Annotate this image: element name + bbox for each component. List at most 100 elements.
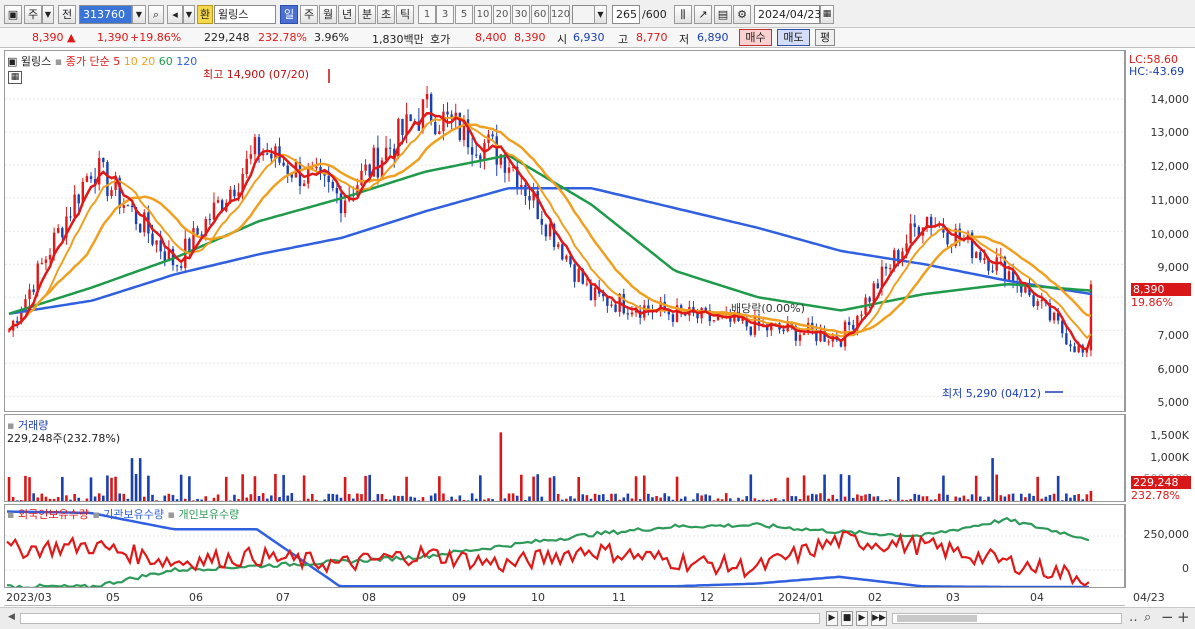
volume-bar	[524, 500, 527, 501]
candle-body	[61, 228, 64, 238]
next-icon[interactable]: ▶	[826, 611, 838, 626]
fast-forward-icon[interactable]: ▶▶	[871, 611, 887, 626]
price-chart-panel[interactable]	[4, 50, 1125, 412]
x-tick: 11	[612, 591, 626, 604]
interval-3-button[interactable]: 3	[436, 5, 454, 24]
interval-120-button[interactable]: 120	[550, 5, 570, 24]
play-icon[interactable]: ▶	[856, 611, 868, 626]
stop-icon[interactable]: ■	[841, 611, 853, 626]
volume-bar	[786, 477, 789, 501]
last-change-tag: 19.86%	[1131, 296, 1173, 309]
interval-5-button[interactable]: 5	[455, 5, 473, 24]
candle-body	[106, 162, 109, 197]
y-tick: 1,000K	[1150, 451, 1189, 464]
gear-icon[interactable]: ⚙	[733, 5, 751, 24]
price-legend: ▣ 윌링스 ▪ 종가 단순 5 10 20 60 120	[7, 55, 198, 68]
interval-30-button[interactable]: 30	[512, 5, 530, 24]
stock-code-input[interactable]: 313760	[79, 5, 132, 24]
interval-10-button[interactable]: 10	[474, 5, 492, 24]
candle-body	[491, 134, 494, 137]
chart-scrollbar[interactable]: ◀ ▶ ■ ▶ ▶▶ ‥ ⌕ − +	[0, 607, 1195, 629]
search-icon[interactable]: ⌕	[1144, 610, 1151, 625]
calendar-icon[interactable]: ▦	[820, 5, 834, 24]
period-minute-button[interactable]: 분	[358, 5, 376, 24]
last-price-tag: 8,390	[1131, 283, 1191, 296]
candle-body	[208, 219, 212, 221]
scroll-left-icon[interactable]: ◀	[8, 612, 18, 625]
search-icon[interactable]: ⌕	[148, 5, 164, 24]
candle-body	[475, 154, 478, 156]
volume-bar	[761, 499, 765, 501]
chevron-down-icon[interactable]: ▼	[42, 5, 54, 24]
zoom-out-icon[interactable]: ‥	[1129, 610, 1138, 625]
volume-bar	[380, 494, 384, 501]
volume-bar	[20, 500, 23, 501]
date-input[interactable]: 2024/04/23	[754, 5, 821, 24]
interval-dropdown-icon[interactable]: ▼	[594, 5, 607, 24]
speaker-icon[interactable]: ◂	[167, 5, 183, 24]
zoom-thumb[interactable]	[897, 615, 977, 622]
candle-body	[442, 111, 445, 132]
candle-body	[122, 205, 125, 208]
zoom-track[interactable]	[892, 613, 1122, 624]
prev-button[interactable]: 전	[58, 5, 76, 24]
volume-bar	[901, 499, 904, 501]
period-second-button[interactable]: 초	[377, 5, 395, 24]
candle-body	[179, 266, 183, 268]
volume-bar	[290, 493, 294, 501]
interval-20-button[interactable]: 20	[493, 5, 511, 24]
buy-button[interactable]: 매수	[739, 29, 772, 46]
volume-bar	[118, 493, 121, 501]
zoom-minus-icon[interactable]: −	[1161, 608, 1174, 626]
volume-bar	[77, 497, 81, 501]
panel-menu-icon[interactable]: ▣	[7, 55, 17, 68]
volume-value: 229,248	[204, 31, 250, 44]
volume-bar	[347, 494, 351, 501]
volume-bar	[921, 496, 925, 501]
candle-body	[40, 262, 44, 264]
candle-style-icon[interactable]: ⫼	[674, 5, 692, 24]
sell-button[interactable]: 매도	[777, 29, 810, 46]
period-year-button[interactable]: 년	[338, 5, 356, 24]
type-button[interactable]: 주	[24, 5, 42, 24]
grid-toggle-icon[interactable]: ▦	[8, 71, 22, 84]
volume-bar	[134, 474, 138, 501]
currency-badge[interactable]: 환	[197, 5, 213, 24]
price-chart-svg	[5, 69, 1124, 397]
volume-bar	[163, 495, 167, 501]
save-icon[interactable]: ▤	[714, 5, 732, 24]
volume-bar	[979, 496, 982, 501]
candle-body	[782, 329, 785, 332]
count-input[interactable]: 265	[612, 5, 640, 24]
draw-tool-icon[interactable]: ↗	[694, 5, 712, 24]
period-day-button[interactable]: 일	[280, 5, 298, 24]
eval-button[interactable]: 평	[815, 29, 835, 46]
volume-bar	[155, 500, 158, 501]
volume-bar	[511, 493, 515, 501]
scroll-track[interactable]	[20, 613, 820, 624]
candle-body	[364, 164, 367, 171]
interval-1-button[interactable]: 1	[418, 5, 436, 24]
volume-bar	[1065, 493, 1068, 501]
period-week-button[interactable]: 주	[300, 5, 318, 24]
code-dropdown-icon[interactable]: ▼	[132, 5, 146, 24]
period-month-button[interactable]: 월	[319, 5, 337, 24]
volume-bar	[122, 493, 126, 501]
chart-icon[interactable]: ▣	[4, 5, 22, 24]
period-tick-button[interactable]: 틱	[396, 5, 414, 24]
x-tick: 05	[106, 591, 120, 604]
candle-body	[573, 264, 576, 282]
volume-panel[interactable]	[4, 414, 1125, 502]
volume-bar	[89, 477, 93, 501]
stock-name-field[interactable]: 윌링스	[214, 5, 276, 24]
volume-bar	[704, 494, 708, 501]
y-tick: 0	[1182, 562, 1189, 575]
volume-bar	[147, 475, 150, 501]
zoom-plus-icon[interactable]: +	[1177, 608, 1190, 626]
speaker-dropdown-icon[interactable]: ▼	[183, 5, 195, 24]
candle-body	[909, 223, 912, 244]
candle-body	[401, 118, 404, 135]
volume-bar	[757, 499, 761, 501]
candle-body	[175, 265, 179, 267]
interval-60-button[interactable]: 60	[531, 5, 549, 24]
